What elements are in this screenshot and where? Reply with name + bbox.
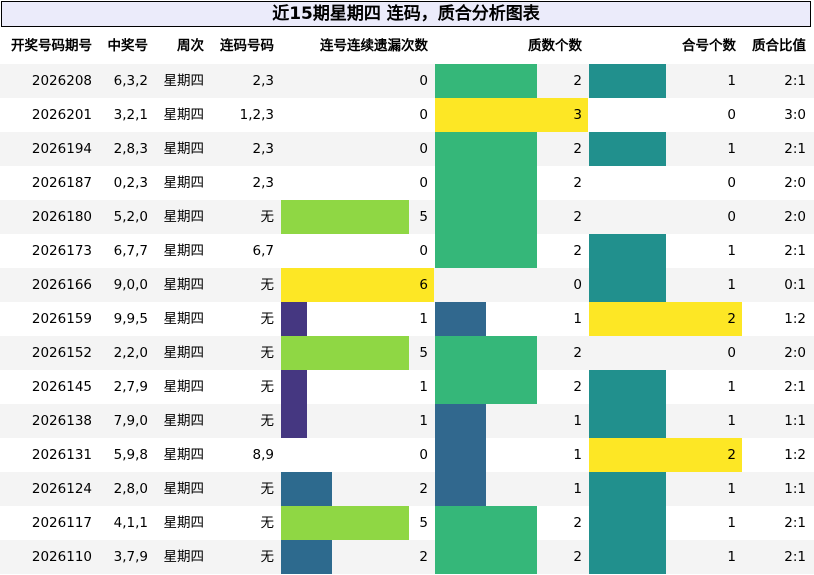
table-row: 2026187 0,2,3 星期四 2,3 0 2 0 2:0 [0,166,814,200]
header-ratio: 质合比值 [752,38,806,54]
chart-title: 近15期星期四 连码，质合分析图表 [1,1,811,27]
table-row: 2026117 4,1,1 星期四无 5 2 1 2:1 [0,506,814,540]
ratio-cell: 0:1 [784,277,806,293]
ratio-cell: 2:0 [784,345,806,361]
table-row: 2026180 5,2,0 星期四无 5 2 0 2:0 [0,200,814,234]
ratio-cell: 3:0 [784,107,806,123]
ratio-cell: 2:1 [784,243,806,259]
ratio-cell: 2:1 [784,379,806,395]
table-row: 2026138 7,9,0 星期四无 1 1 1 1:1 [0,404,814,438]
table-row: 2026173 6,7,7 星期四 6,7 0 2 1 2:1 [0,234,814,268]
ratio-cell: 1:2 [784,447,806,463]
table-row: 2026194 2,8,3 星期四 2,3 0 2 1 2:1 [0,132,814,166]
table-row: 2026145 2,7,9 星期四无 1 2 1 2:1 [0,370,814,404]
ratio-cell: 1:2 [784,311,806,327]
table-row: 2026131 5,9,8 星期四 8,9 0 1 2 1:2 [0,438,814,472]
ratio-cell: 1:1 [784,481,806,497]
table-row: 2026201 3,2,1 星期四 1,2,3 0 3 0 3:0 [0,98,814,132]
ratio-cell: 1:1 [784,413,806,429]
table-row: 2026110 3,7,9 星期四无 2 2 1 2:1 [0,540,814,574]
ratio-cell: 2:1 [784,549,806,565]
table-row: 2026124 2,8,0 星期四无 2 1 1 1:1 [0,472,814,506]
ratio-cell: 2:1 [784,515,806,531]
table-row: 2026152 2,2,0 星期四无 5 2 0 2:0 [0,336,814,370]
table-row: 2026159 9,9,5 星期四无 1 1 2 1:2 [0,302,814,336]
ratio-cell: 2:0 [784,209,806,225]
table-row: 2026208 6,3,2 星期四 2,3 0 2 1 2:1 [0,64,814,98]
ratio-cell: 2:1 [784,73,806,89]
ratio-cell: 2:0 [784,175,806,191]
ratio-cell: 2:1 [784,141,806,157]
table-row: 2026166 9,0,0 星期四无 6 0 1 0:1 [0,268,814,302]
